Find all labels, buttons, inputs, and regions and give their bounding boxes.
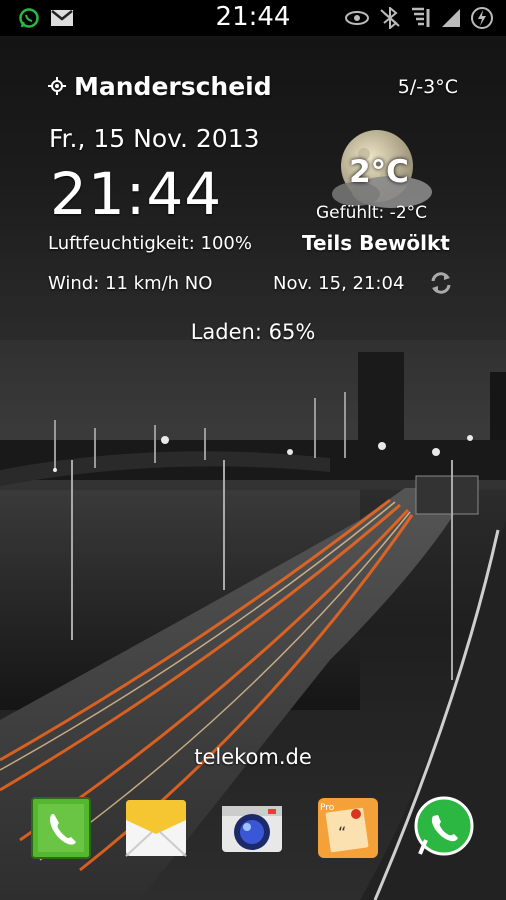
weather-condition: Teils Bewölkt — [302, 231, 450, 255]
current-temperature: 2°C — [349, 154, 409, 190]
eye-icon — [344, 9, 370, 31]
humidity: Luftfeuchtigkeit: 100% — [48, 233, 252, 254]
power-saving-icon — [470, 6, 494, 34]
svg-text:Pro: Pro — [320, 803, 335, 813]
svg-text:“: “ — [338, 823, 346, 842]
last-updated: Nov. 15, 21:04 — [273, 273, 405, 294]
feels-like: Gefühlt: -2°C — [316, 203, 428, 223]
carrier-label: telekom.de — [194, 745, 312, 769]
location-name: Manderscheid — [74, 72, 272, 101]
signal-icon — [440, 7, 462, 33]
system-icons[interactable] — [344, 5, 494, 34]
phone-app[interactable] — [30, 796, 94, 860]
location-target-icon — [48, 72, 66, 101]
clock[interactable]: 21:44 — [50, 160, 222, 228]
location[interactable]: Manderscheid — [48, 72, 272, 101]
signal-alt-icon — [410, 7, 432, 33]
wind: Wind: 11 km/h NO — [48, 273, 213, 294]
status-bar: 21:44 — [0, 0, 506, 36]
temperature-range: 5/-3°C — [397, 76, 458, 98]
battery-status: Laden: 65% — [190, 320, 316, 344]
notes-pro-app[interactable]: “Pro — [316, 796, 380, 860]
date: Fr., 15 Nov. 2013 — [49, 124, 260, 153]
camera-app[interactable] — [220, 796, 284, 860]
whatsapp-app[interactable] — [412, 796, 476, 860]
refresh-icon[interactable] — [428, 270, 454, 300]
app-dock: “Pro — [0, 796, 506, 866]
bluetooth-off-icon — [378, 5, 402, 33]
messages-app[interactable] — [124, 796, 188, 860]
